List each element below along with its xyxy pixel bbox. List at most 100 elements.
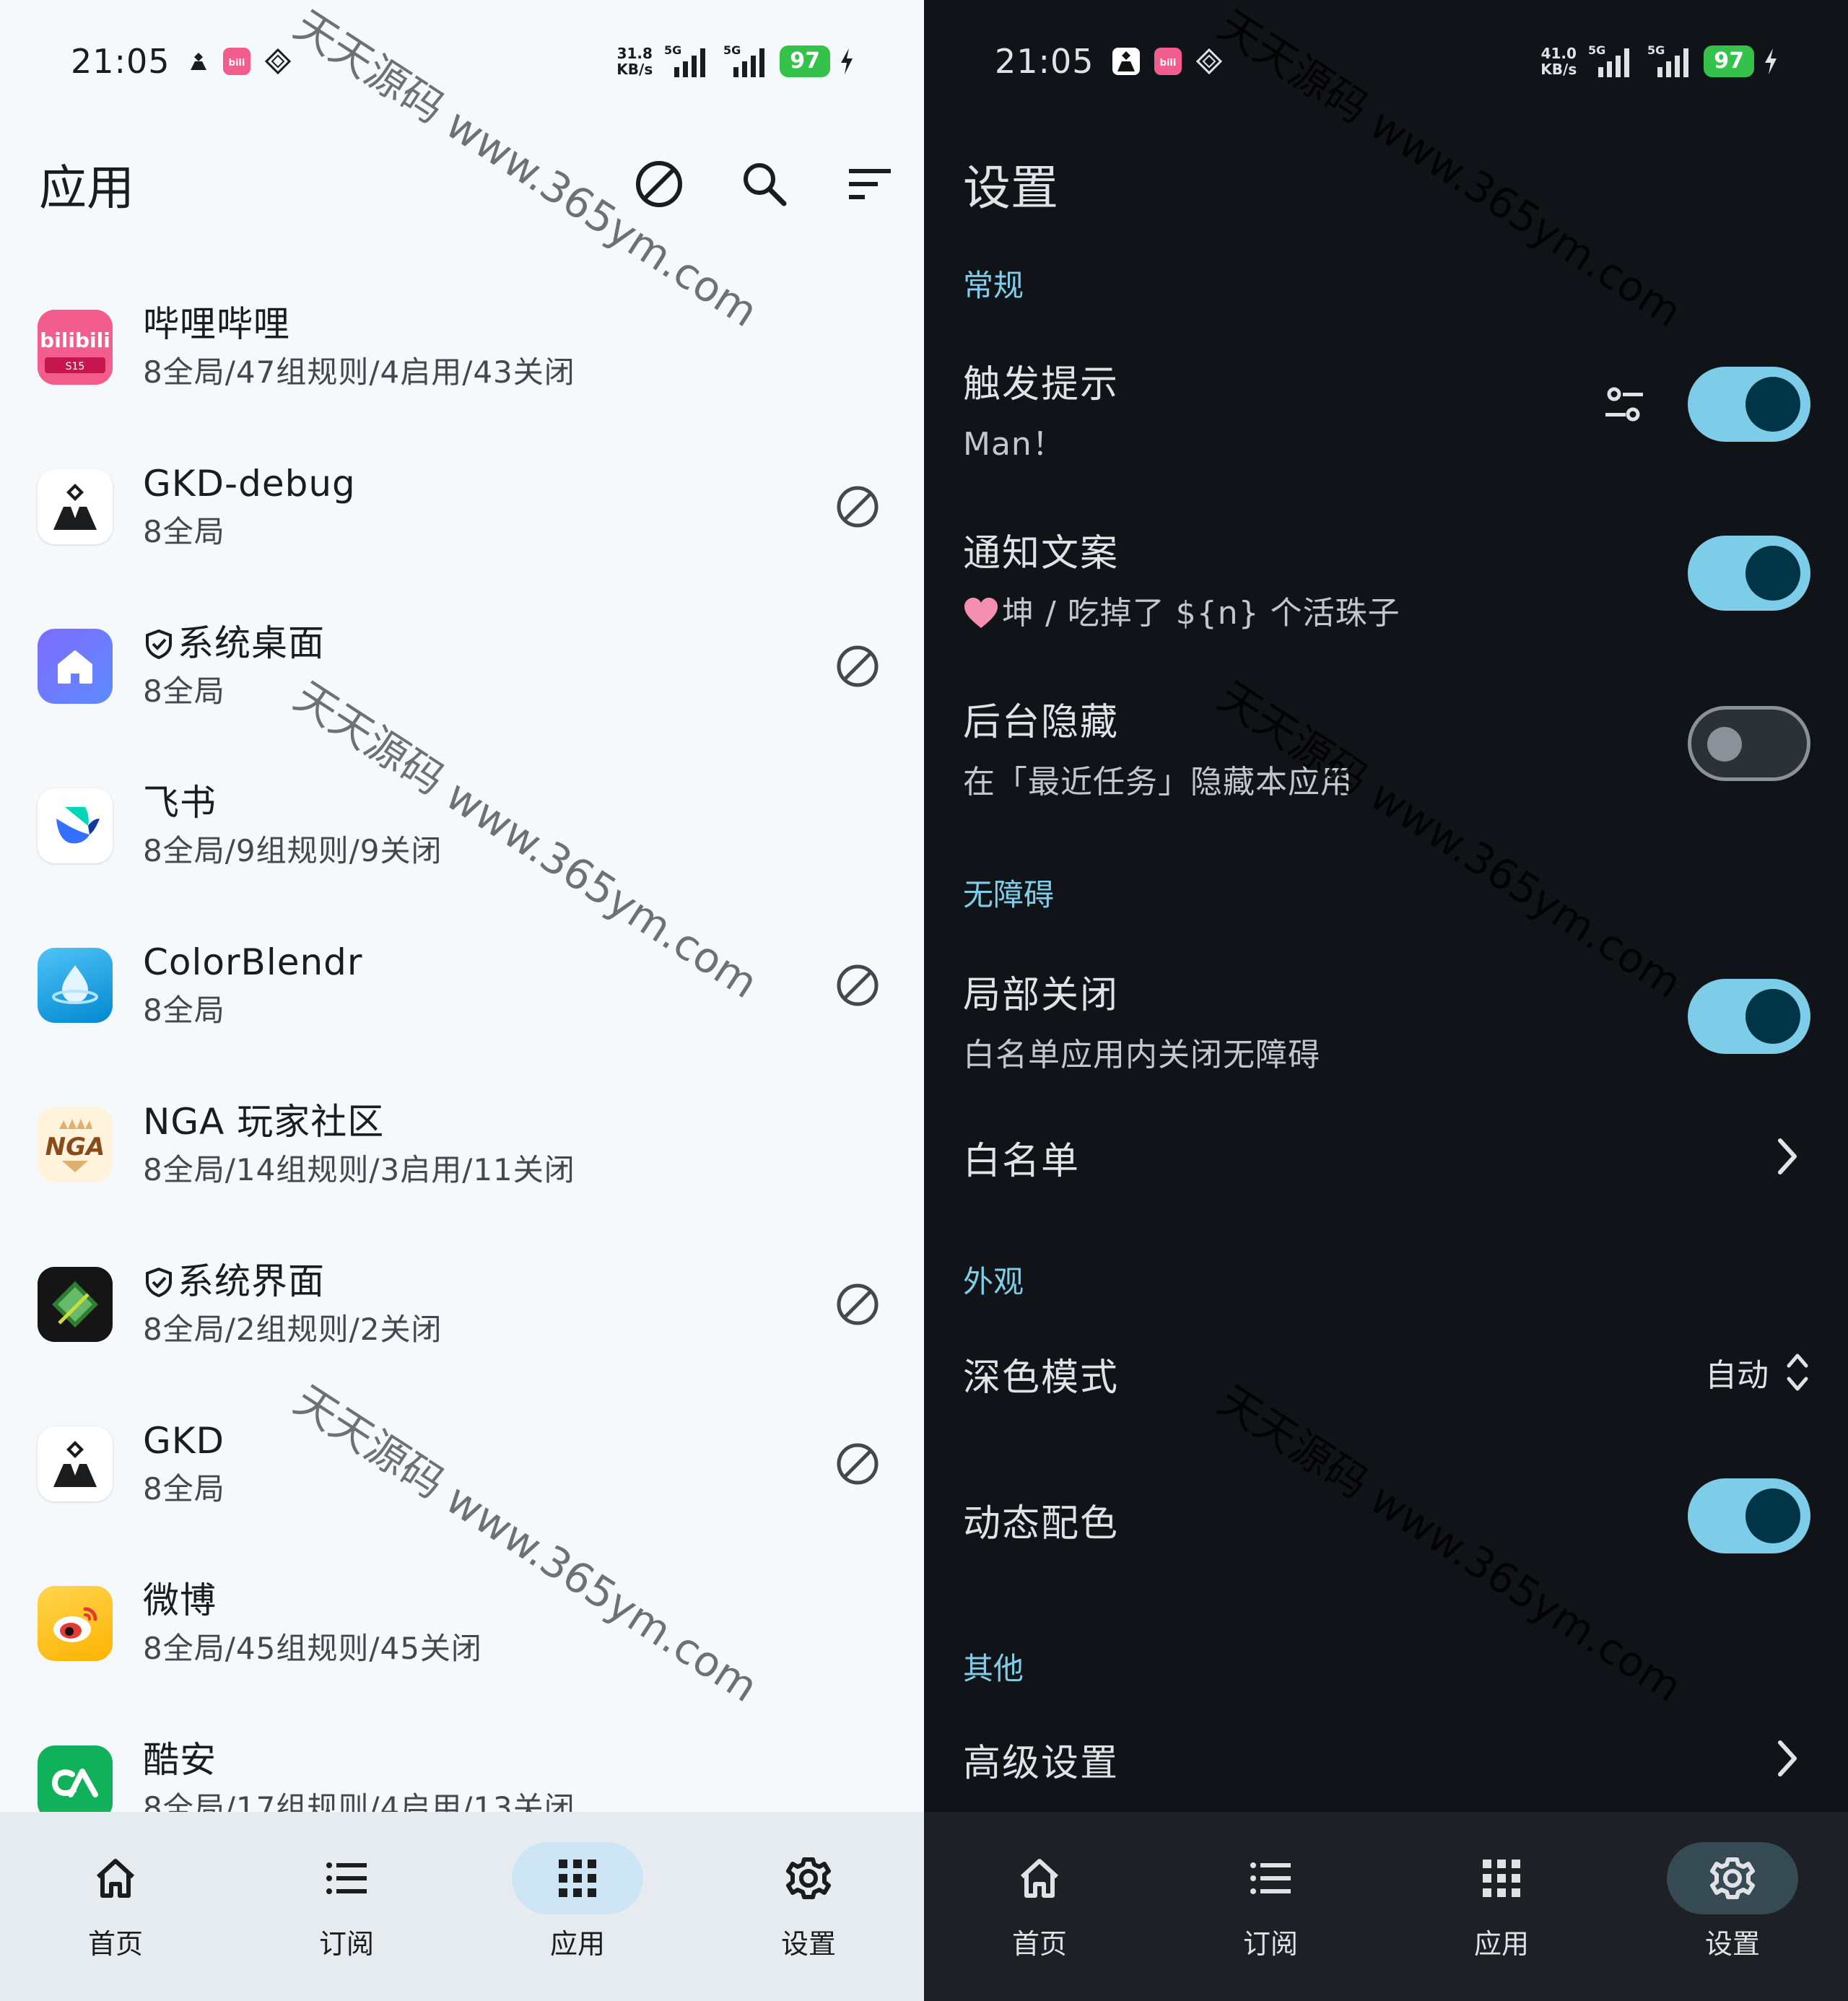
chevron-right-icon: [1778, 1740, 1797, 1777]
home-icon: [96, 1859, 135, 1898]
chevron-right-icon: [1778, 1138, 1797, 1174]
dark-mode-select[interactable]: 自动: [1705, 1347, 1810, 1398]
app-rule-summary: 8全局/47组规则/4启用/43关闭: [143, 354, 575, 390]
list-item[interactable]: ColorBlendr 8全局: [0, 905, 924, 1065]
app-name: 系统界面: [178, 1260, 325, 1302]
home-icon: [1020, 1859, 1059, 1898]
app-rule-summary: 8全局/45组规则/45关闭: [143, 1630, 482, 1666]
list-item[interactable]: 飞书 8全局/9组规则/9关闭: [0, 746, 924, 905]
setting-dark-mode[interactable]: 深色模式 自动: [963, 1347, 1810, 1405]
setting-title: 深色模式: [963, 1356, 1120, 1400]
setting-whitelist[interactable]: 白名单: [963, 1130, 1810, 1183]
status-bar: 21:05 bili 31.8 KB/s 5G 5G 97: [71, 36, 855, 87]
app-name: 哔哩哔哩: [143, 302, 290, 345]
bilibili-status-icon: bili: [1154, 48, 1182, 75]
gkd-status-icon: [1112, 48, 1140, 75]
diamond-status-icon: [1195, 48, 1222, 75]
list-icon: [1250, 1862, 1291, 1894]
app-rule-summary: 8全局/2组规则/2关闭: [143, 1311, 443, 1347]
signal-5g-icon-2: 5G: [1647, 44, 1689, 77]
setting-title: 通知文案: [963, 532, 1120, 575]
status-time: 21:05: [71, 42, 170, 81]
nav-home[interactable]: 首页: [0, 1812, 231, 2001]
settings-screen: 21:05 bili 41.0 KB/s 5G 5G 97 设置 常规 触发提示 …: [924, 0, 1848, 2001]
list-item[interactable]: 系统界面 8全局/2组规则/2关闭: [0, 1224, 924, 1384]
apps-grid-icon: [1483, 1860, 1520, 1897]
bottom-navigation: 首页 订阅 应用 设置: [924, 1812, 1848, 2001]
notify-text-toggle[interactable]: [1688, 536, 1810, 611]
coolapk-icon: [38, 1745, 113, 1821]
home-icon: [38, 628, 113, 704]
app-rule-summary: 8全局/14组规则/3启用/11关闭: [143, 1151, 575, 1187]
apps-grid-icon: [559, 1860, 596, 1897]
list-item[interactable]: bilibili S15 哔哩哔哩 8全局/47组规则/4启用/43关闭: [0, 267, 924, 427]
colorblendr-icon: [38, 947, 113, 1023]
nav-label: 应用: [1473, 1928, 1529, 1960]
nav-label: 应用: [549, 1928, 605, 1960]
block-icon[interactable]: [834, 1441, 881, 1487]
charging-icon: [841, 48, 853, 74]
tune-icon[interactable]: [1603, 383, 1646, 426]
nav-label: 订阅: [318, 1928, 374, 1960]
nav-apps[interactable]: 应用: [1386, 1812, 1617, 2001]
setting-title: 高级设置: [963, 1742, 1120, 1785]
nav-label: 首页: [87, 1928, 143, 1960]
svg-text:5G: 5G: [723, 44, 741, 57]
list-item[interactable]: GKD 8全局: [0, 1384, 924, 1543]
nav-label: 设置: [780, 1928, 836, 1960]
svg-text:bilibili: bilibili: [40, 328, 110, 352]
svg-text:5G: 5G: [664, 44, 681, 57]
top-app-bar: 应用: [39, 152, 895, 217]
nav-label: 首页: [1011, 1928, 1067, 1960]
setting-hide-background[interactable]: 后台隐藏 在「最近任务」隐藏本应用: [963, 692, 1810, 802]
bottom-navigation: 首页 订阅 应用 设置: [0, 1812, 924, 2001]
svg-text:bili: bili: [1159, 58, 1176, 69]
partial-close-toggle[interactable]: [1688, 979, 1810, 1054]
setting-advanced[interactable]: 高级设置: [963, 1732, 1810, 1785]
list-item[interactable]: 系统桌面 8全局: [0, 586, 924, 746]
hide-background-toggle[interactable]: [1688, 706, 1810, 781]
block-icon[interactable]: [834, 484, 881, 530]
sort-icon[interactable]: [845, 159, 895, 209]
section-other: 其他: [963, 1651, 1024, 1686]
app-rule-summary: 8全局: [143, 513, 225, 549]
app-name: 系统桌面: [178, 622, 325, 664]
dynamic-color-toggle[interactable]: [1688, 1478, 1810, 1553]
shield-check-icon: [146, 629, 172, 659]
nav-settings[interactable]: 设置: [693, 1812, 924, 2001]
feishu-icon: [38, 788, 113, 863]
status-time: 21:05: [995, 42, 1094, 81]
setting-dynamic-color[interactable]: 动态配色: [963, 1478, 1810, 1562]
nav-subscriptions[interactable]: 订阅: [1155, 1812, 1386, 2001]
app-name: GKD: [143, 1419, 225, 1462]
app-rule-summary: 8全局/9组规则/9关闭: [143, 832, 443, 868]
unfold-icon: [1787, 1353, 1808, 1391]
list-icon: [326, 1862, 367, 1894]
app-rule-summary: 8全局: [143, 673, 225, 709]
setting-trigger-tip[interactable]: 触发提示 Man！: [963, 354, 1810, 464]
app-name: 酷安: [143, 1738, 217, 1781]
app-name: 飞书: [143, 781, 217, 824]
block-icon[interactable]: [834, 962, 881, 1008]
nav-subscriptions[interactable]: 订阅: [231, 1812, 462, 2001]
app-name: ColorBlendr: [143, 941, 363, 983]
list-item[interactable]: GKD-debug 8全局: [0, 427, 924, 586]
section-accessibility: 无障碍: [963, 877, 1055, 912]
list-item[interactable]: NGA NGA 玩家社区 8全局/14组规则/3启用/11关闭: [0, 1065, 924, 1224]
block-icon[interactable]: [634, 159, 684, 209]
search-icon[interactable]: [739, 159, 790, 209]
setting-notify-text[interactable]: 通知文案 坤 / 吃掉了 ${n} 个活珠子: [963, 523, 1810, 633]
nav-home[interactable]: 首页: [924, 1812, 1155, 2001]
weibo-icon: [38, 1585, 113, 1661]
trigger-tip-toggle[interactable]: [1688, 367, 1810, 442]
nav-apps[interactable]: 应用: [462, 1812, 693, 2001]
nav-label: 设置: [1704, 1928, 1760, 1960]
block-icon[interactable]: [834, 1281, 881, 1328]
list-item[interactable]: 微博 8全局/45组规则/45关闭: [0, 1543, 924, 1703]
block-icon[interactable]: [834, 643, 881, 689]
svg-text:5G: 5G: [1588, 44, 1605, 57]
section-general: 常规: [963, 268, 1024, 303]
setting-title: 后台隐藏: [963, 701, 1120, 744]
setting-partial-close[interactable]: 局部关闭 白名单应用内关闭无障碍: [963, 964, 1810, 1075]
nav-settings[interactable]: 设置: [1617, 1812, 1848, 2001]
